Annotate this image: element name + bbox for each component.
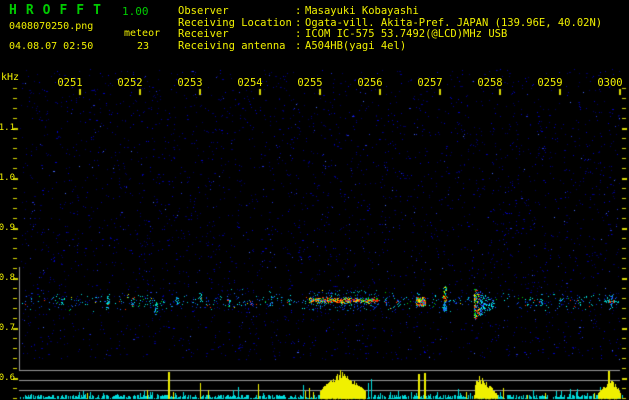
info-colon: : — [295, 28, 302, 41]
app-version: 1.00 — [122, 5, 149, 18]
hrofft-output-image: HROFFT 1.00 0408070250.png meteor 04.08.… — [0, 0, 629, 400]
info-label: Receiver — [178, 28, 229, 41]
time-tick-label: 0251 — [57, 77, 83, 89]
info-colon: : — [295, 39, 302, 52]
observation-datetime: 04.08.07 02:50 — [9, 41, 94, 52]
freq-tick-label: 0.8 — [0, 273, 15, 283]
info-colon: : — [295, 5, 302, 17]
observation-mode: meteor — [124, 28, 161, 39]
info-value: Ogata-vill. Akita-Pref. JAPAN (139.96E, … — [305, 16, 603, 29]
spectrogram-canvas — [0, 0, 629, 400]
info-label: Observer — [178, 5, 229, 17]
info-colon: : — [295, 16, 302, 29]
frequency-unit-label: kHz — [1, 72, 20, 83]
app-title: HROFFT — [9, 3, 110, 18]
time-tick-label: 0253 — [177, 77, 203, 89]
freq-tick-label: 1.1 — [0, 123, 15, 133]
freq-tick-label: 0.6 — [0, 373, 15, 383]
time-tick-label: 0256 — [357, 77, 383, 89]
info-value: Masayuki Kobayashi — [305, 5, 419, 17]
time-tick-label: 0259 — [537, 77, 563, 89]
freq-tick-label: 1.0 — [0, 173, 15, 183]
info-value: A504HB(yagi 4el) — [305, 39, 407, 52]
time-tick-label: 0258 — [477, 77, 503, 89]
output-filename: 0408070250.png — [9, 21, 94, 32]
time-tick-label: 0252 — [117, 77, 143, 89]
time-tick-label: 0257 — [417, 77, 443, 89]
time-tick-label: 0255 — [297, 77, 323, 89]
info-label: Receiving Location — [178, 16, 292, 29]
time-tick-label: 0254 — [237, 77, 263, 89]
freq-tick-label: 0.9 — [0, 223, 15, 233]
info-value: ICOM IC-575 53.7492(@LCD)MHz USB — [305, 28, 508, 41]
freq-tick-label: 0.7 — [0, 323, 15, 333]
echo-count: 23 — [137, 41, 150, 52]
time-tick-label: 0300 — [597, 77, 623, 89]
info-label: Receiving antenna — [178, 39, 286, 52]
